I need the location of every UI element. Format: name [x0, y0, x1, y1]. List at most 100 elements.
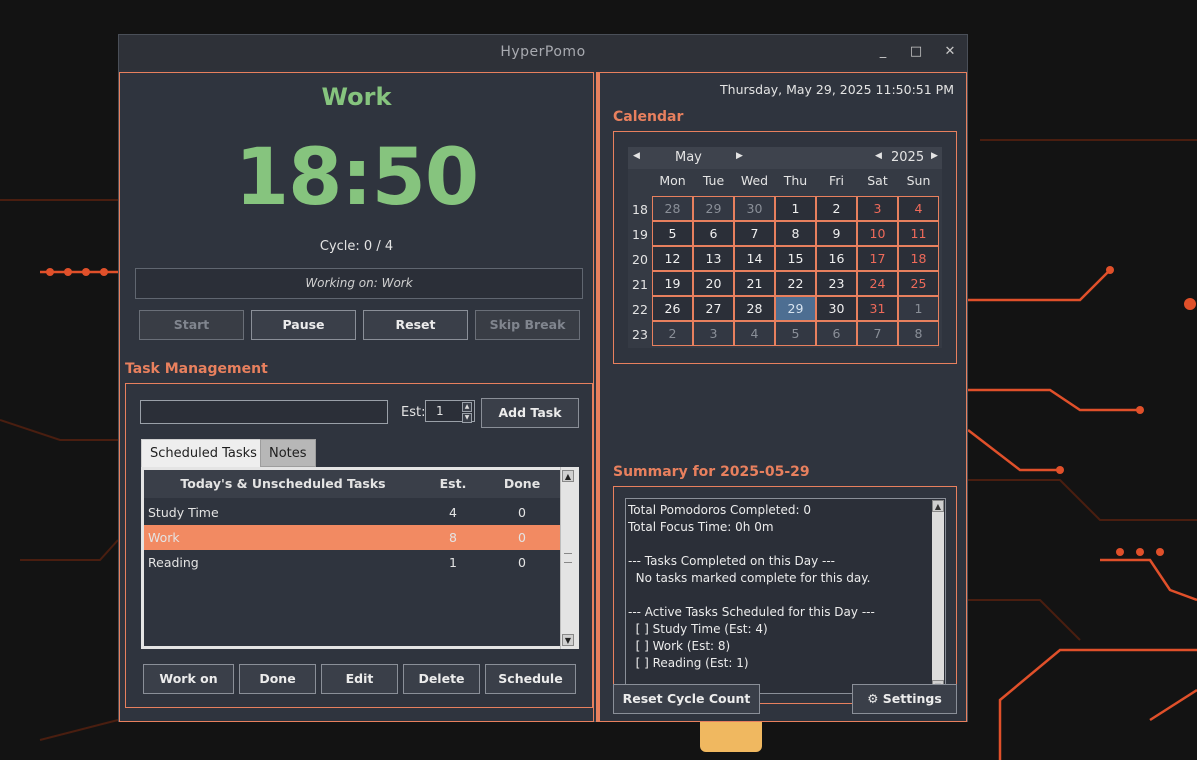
scroll-up-icon[interactable]: ▲ [932, 500, 944, 512]
task-done: 0 [518, 555, 526, 570]
work-on-button[interactable]: Work on [143, 664, 234, 694]
year-label[interactable]: 2025 [891, 150, 924, 165]
calendar-day[interactable]: 2 [652, 321, 693, 346]
calendar-day[interactable]: 26 [652, 296, 693, 321]
calendar-day[interactable]: 31 [857, 296, 898, 321]
calendar-day[interactable]: 16 [816, 246, 857, 271]
calendar-day[interactable]: 4 [898, 196, 939, 221]
estimate-spinbox[interactable]: 1 ▲ ▼ [425, 400, 475, 423]
calendar-day[interactable]: 29 [693, 196, 734, 221]
dow-label: Wed [740, 173, 769, 188]
close-icon[interactable]: ✕ [941, 43, 959, 61]
task-table: Today's & Unscheduled Tasks Est. Done St… [141, 467, 579, 649]
summary-scrollbar[interactable]: ▲ ▼ [932, 500, 944, 692]
calendar-day[interactable]: 10 [857, 221, 898, 246]
calendar-day[interactable]: 21 [734, 271, 775, 296]
taskbar-note [700, 722, 762, 752]
calendar-day[interactable]: 17 [857, 246, 898, 271]
prev-month-icon[interactable]: ◀ [633, 151, 640, 161]
summary-title: Summary for 2025-05-29 [613, 464, 810, 480]
calendar-group: ◀ May ▶ ◀ 2025 ▶ Mon Tue Wed Thu Fri Sat… [613, 131, 957, 364]
calendar-day[interactable]: 29 [775, 296, 816, 321]
calendar-day[interactable]: 4 [734, 321, 775, 346]
calendar-day[interactable]: 15 [775, 246, 816, 271]
task-table-scrollbar[interactable]: ▲ ▼ [560, 467, 576, 649]
table-row[interactable]: Study Time 4 0 [144, 500, 560, 525]
delete-button[interactable]: Delete [403, 664, 480, 694]
dow-label: Mon [659, 173, 686, 188]
spin-down-icon[interactable]: ▼ [462, 413, 472, 423]
calendar-day[interactable]: 9 [816, 221, 857, 246]
task-name-input[interactable] [140, 400, 388, 424]
dow-label: Sat [867, 173, 888, 188]
calendar-day[interactable]: 13 [693, 246, 734, 271]
schedule-button[interactable]: Schedule [485, 664, 576, 694]
tab-scheduled-tasks[interactable]: Scheduled Tasks [141, 439, 266, 467]
calendar-day[interactable]: 8 [898, 321, 939, 346]
prev-year-icon[interactable]: ◀ [875, 151, 882, 161]
column-header-done[interactable]: Done [484, 470, 560, 498]
calendar-title: Calendar [613, 109, 684, 125]
column-header-task[interactable]: Today's & Unscheduled Tasks [144, 470, 422, 498]
calendar-day[interactable]: 27 [693, 296, 734, 321]
calendar-day[interactable]: 7 [857, 321, 898, 346]
calendar-day[interactable]: 5 [652, 221, 693, 246]
scroll-down-icon[interactable]: ▼ [562, 634, 574, 646]
maximize-icon[interactable]: □ [907, 43, 925, 61]
calendar-day[interactable]: 28 [734, 296, 775, 321]
minimize-icon[interactable]: _ [874, 43, 892, 61]
calendar-day[interactable]: 19 [652, 271, 693, 296]
mode-title: Work [321, 83, 392, 111]
calendar-day[interactable]: 2 [816, 196, 857, 221]
month-label[interactable]: May [675, 150, 702, 165]
dow-label: Fri [829, 173, 844, 188]
calendar-day[interactable]: 12 [652, 246, 693, 271]
calendar-day[interactable]: 22 [775, 271, 816, 296]
calendar-day[interactable]: 1 [898, 296, 939, 321]
calendar-day[interactable]: 14 [734, 246, 775, 271]
done-button[interactable]: Done [239, 664, 316, 694]
calendar-day[interactable]: 3 [857, 196, 898, 221]
calendar-day[interactable]: 7 [734, 221, 775, 246]
calendar-day[interactable]: 20 [693, 271, 734, 296]
reset-button[interactable]: Reset [363, 310, 468, 340]
calendar-day[interactable]: 25 [898, 271, 939, 296]
calendar-day[interactable]: 24 [857, 271, 898, 296]
scroll-grip-icon[interactable] [564, 553, 572, 563]
summary-line: [ ] Work (Est: 8) [628, 639, 731, 653]
task-name: Work [148, 530, 180, 545]
calendar-day[interactable]: 1 [775, 196, 816, 221]
spin-up-icon[interactable]: ▲ [462, 402, 472, 412]
reset-cycle-count-button[interactable]: Reset Cycle Count [613, 684, 760, 714]
calendar-day[interactable]: 3 [693, 321, 734, 346]
calendar-day[interactable]: 8 [775, 221, 816, 246]
tab-notes[interactable]: Notes [260, 439, 316, 467]
calendar-day[interactable]: 23 [816, 271, 857, 296]
summary-line: --- Active Tasks Scheduled for this Day … [628, 605, 875, 619]
next-month-icon[interactable]: ▶ [736, 151, 743, 161]
working-on-label: Working on: Work [135, 268, 583, 299]
calendar-day[interactable]: 6 [693, 221, 734, 246]
add-task-button[interactable]: Add Task [481, 398, 579, 428]
table-row-selected[interactable]: Work 8 0 [144, 525, 560, 550]
calendar-day[interactable]: 28 [652, 196, 693, 221]
summary-text[interactable]: Total Pomodoros Completed: 0 Total Focus… [625, 498, 946, 694]
summary-line: Total Pomodoros Completed: 0 [628, 503, 811, 517]
calendar-day[interactable]: 5 [775, 321, 816, 346]
calendar-day[interactable]: 30 [816, 296, 857, 321]
pause-button[interactable]: Pause [251, 310, 356, 340]
calendar-day[interactable]: 18 [898, 246, 939, 271]
calendar-day[interactable]: 11 [898, 221, 939, 246]
calendar-header: ◀ May ▶ ◀ 2025 ▶ [628, 147, 942, 169]
calendar-day[interactable]: 30 [734, 196, 775, 221]
table-row[interactable]: Reading 1 0 [144, 550, 560, 575]
calendar-day[interactable]: 6 [816, 321, 857, 346]
skip-break-button[interactable]: Skip Break [475, 310, 580, 340]
next-year-icon[interactable]: ▶ [931, 151, 938, 161]
scroll-up-icon[interactable]: ▲ [562, 470, 574, 482]
task-est: 1 [449, 555, 457, 570]
start-button[interactable]: Start [139, 310, 244, 340]
settings-button[interactable]: ⚙ Settings [852, 684, 957, 714]
edit-button[interactable]: Edit [321, 664, 398, 694]
column-header-est[interactable]: Est. [422, 470, 484, 498]
